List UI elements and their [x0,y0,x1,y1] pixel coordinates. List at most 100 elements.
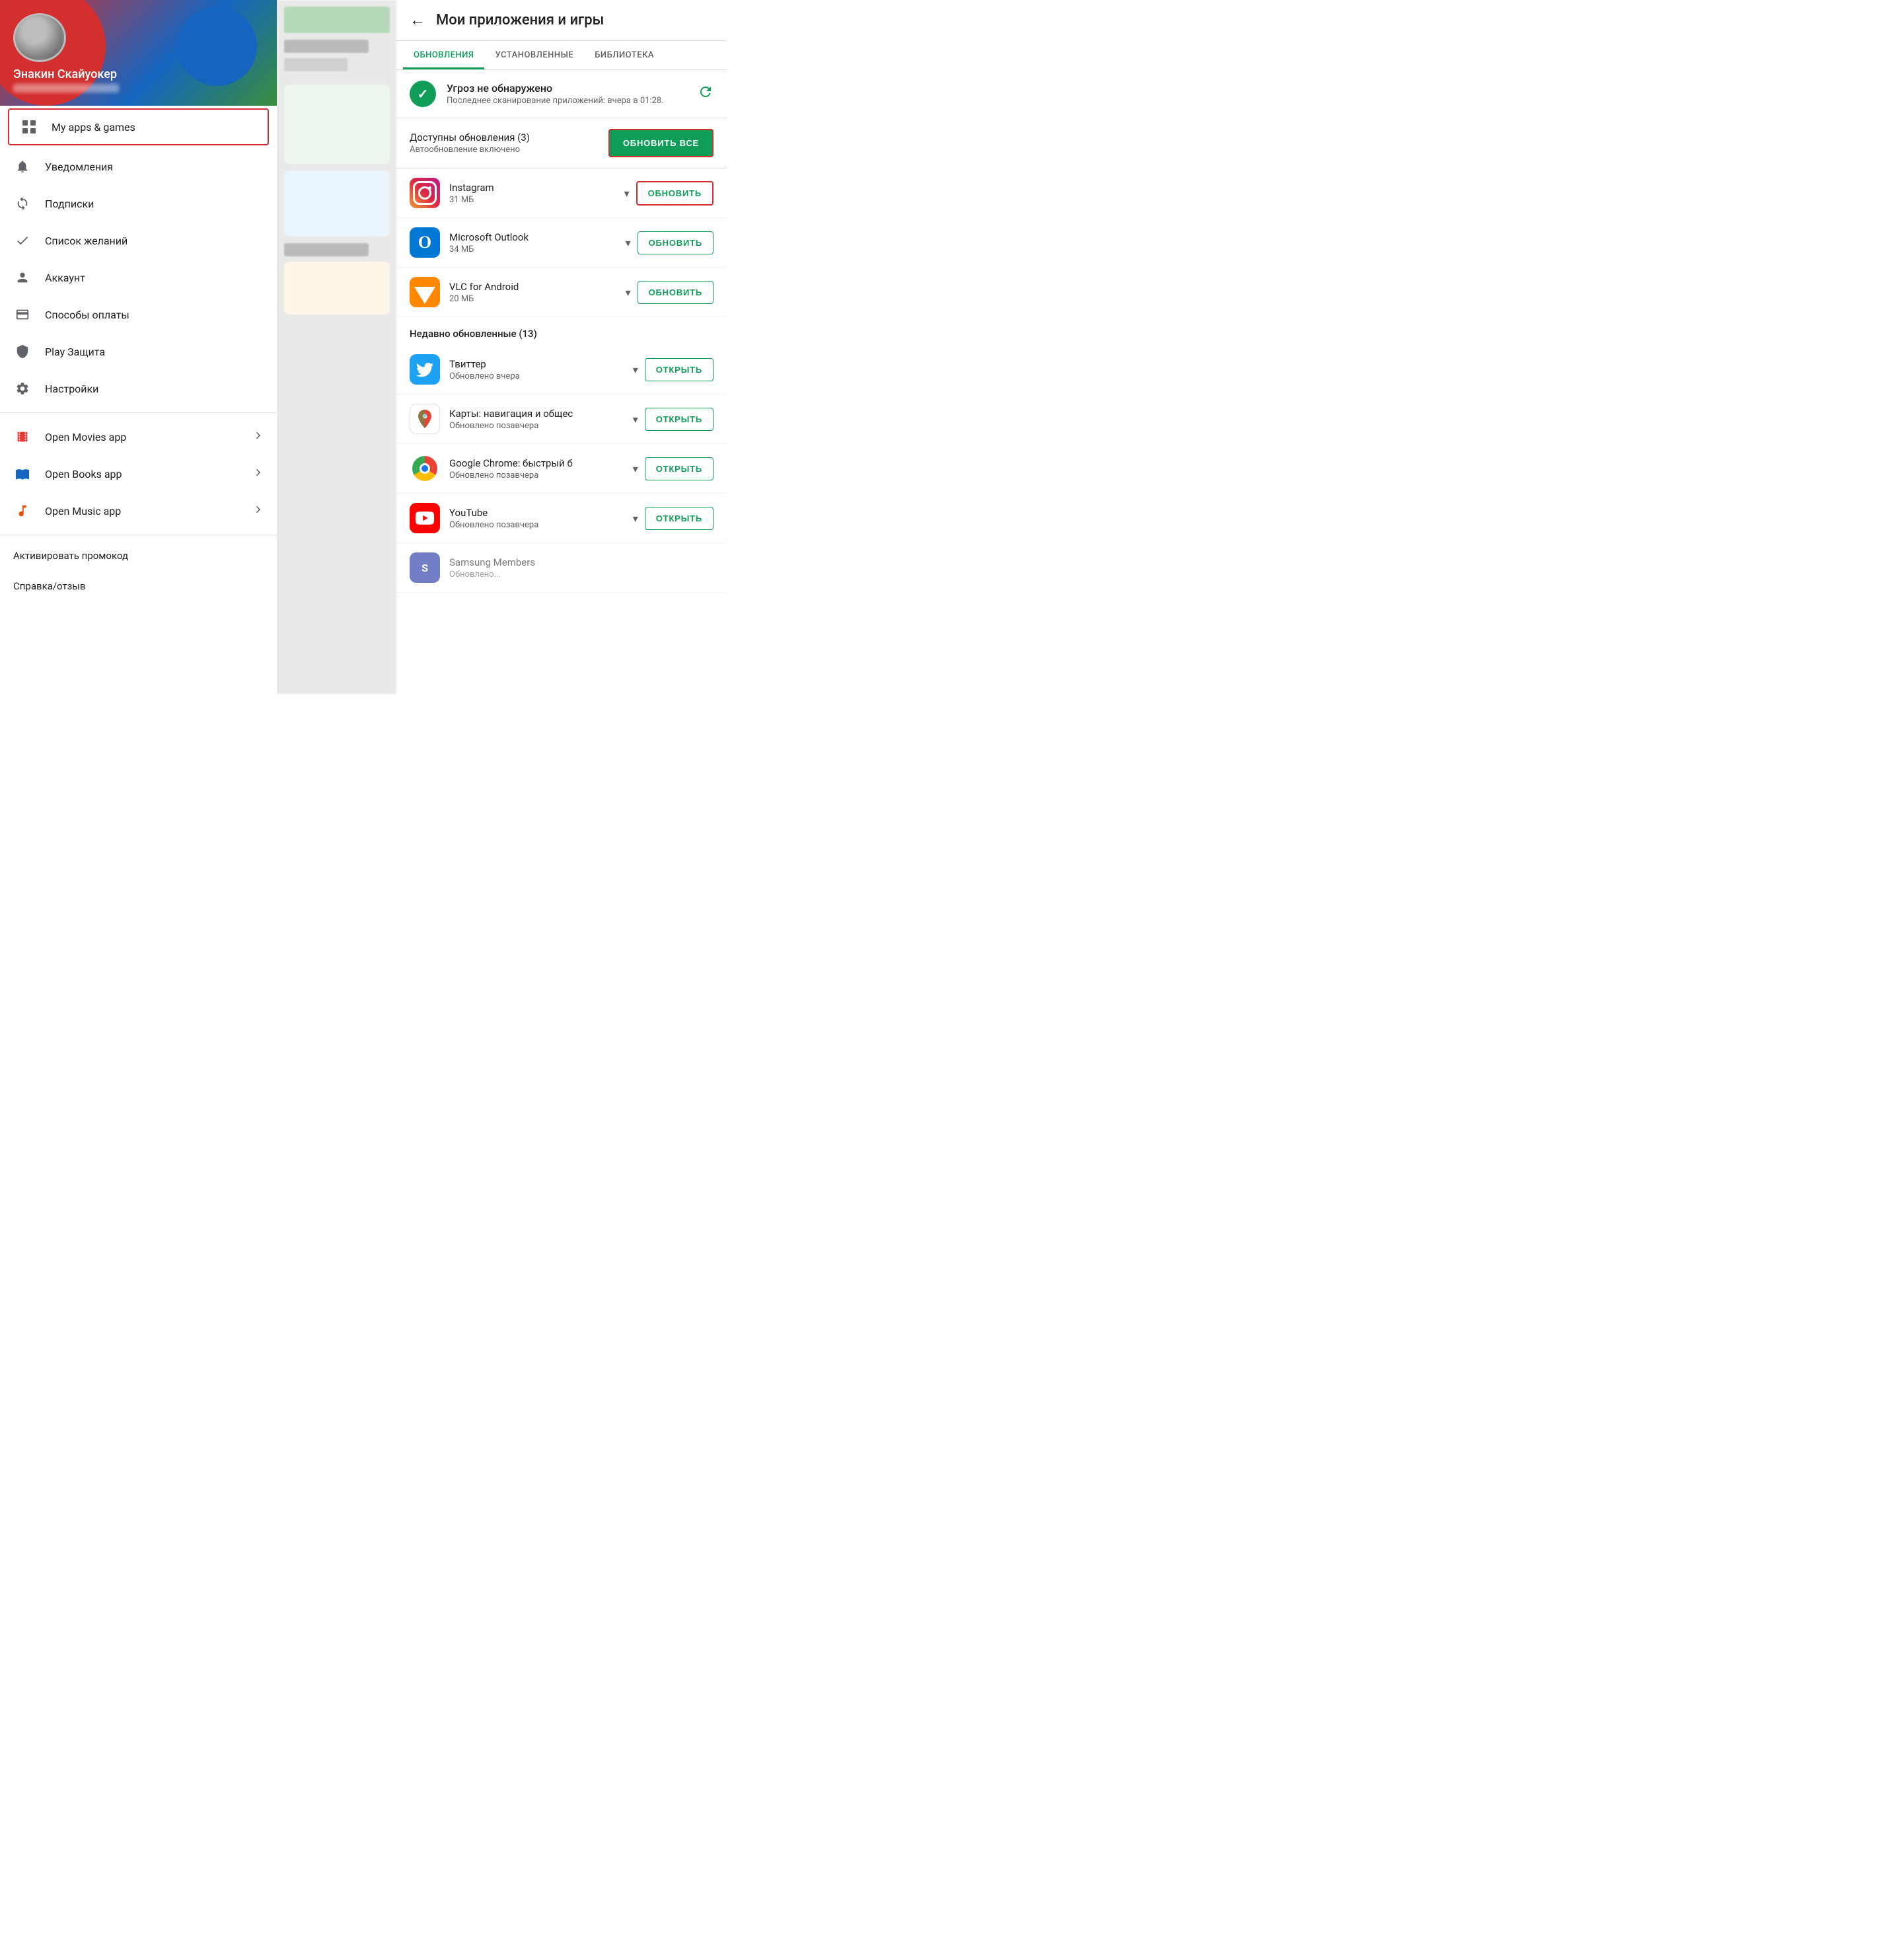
right-header: ← Мои приложения и игры [396,0,727,41]
update-count-title: Доступны обновления (3) [410,132,530,143]
sidebar-item-payment[interactable]: Способы оплаты [0,296,277,333]
profile-email [13,84,119,93]
tab-updates[interactable]: ОБНОВЛЕНИЯ [403,41,484,69]
refresh-button[interactable] [698,84,714,104]
chevron-down-icon[interactable]: ▾ [633,512,638,525]
app-meta: Обновлено позавчера [449,421,626,431]
app-name: YouTube [449,507,626,519]
refresh-icon [13,194,32,213]
sidebar-item-wishlist[interactable]: Список желаний [0,222,277,259]
youtube-icon [410,503,440,533]
security-title: Угроз не обнаружено [447,82,698,94]
gear-icon [13,379,32,398]
tabs-row: ОБНОВЛЕНИЯ УСТАНОВЛЕННЫЕ БИБЛИОТЕКА [396,41,727,70]
update-all-row: Доступны обновления (3) Автообновление в… [396,118,727,169]
sidebar-item-label-movies: Open Movies app [45,431,252,443]
update-vlc-button[interactable]: ОБНОВИТЬ [638,281,714,304]
app-item-chrome: Google Chrome: быстрый б Обновлено позав… [396,444,727,494]
app-name: Карты: навигация и общес [449,408,626,420]
chevron-down-icon[interactable]: ▾ [633,363,638,376]
books-icon [13,465,32,483]
update-all-button[interactable]: ОБНОВИТЬ ВСЕ [608,129,714,157]
chevron-down-icon[interactable]: ▾ [633,413,638,426]
sidebar-item-notifications[interactable]: Уведомления [0,148,277,185]
profile-header: Энакин Скайуокер [0,0,277,106]
sidebar-item-my-apps[interactable]: My apps & games [8,108,269,145]
chevron-down-icon[interactable]: ▾ [633,463,638,475]
recent-section-header: Недавно обновленные (13) [396,317,727,345]
sidebar-item-label: Способы оплаты [45,309,264,321]
auto-update-subtitle: Автообновление включено [410,145,530,155]
app-info-outlook: Microsoft Outlook 34 МБ [449,231,619,254]
vlc-icon [410,277,440,307]
nav-promo[interactable]: Активировать промокод [0,541,277,571]
sidebar-item-playprotect[interactable]: Play Защита [0,333,277,370]
app-info-twitter: Твиттер Обновлено вчера [449,358,626,381]
app-meta: Обновлено... [449,570,714,580]
sidebar-item-settings[interactable]: Настройки [0,370,277,407]
sidebar-item-music[interactable]: Open Music app [0,492,277,529]
app-info-maps: Карты: навигация и общес Обновлено позав… [449,408,626,431]
app-meta: 31 МБ [449,195,618,205]
app-info-vlc: VLC for Android 20 МБ [449,281,619,304]
divider [0,412,277,413]
app-item-outlook: O Microsoft Outlook 34 МБ ▾ ОБНОВИТЬ [396,218,727,268]
chrome-icon [410,453,440,484]
person-icon [13,268,32,287]
app-meta: 20 МБ [449,294,619,304]
open-youtube-button[interactable]: ОТКРЫТЬ [645,507,714,530]
left-panel: Энакин Скайуокер My apps & games [0,0,277,694]
sidebar-item-label-my-apps: My apps & games [52,121,257,133]
bell-icon [13,157,32,176]
back-button[interactable]: ← [410,11,425,30]
tab-library[interactable]: БИБЛИОТЕКА [584,41,665,69]
app-item-instagram: Instagram 31 МБ ▾ ОБНОВИТЬ [396,169,727,218]
nav-help[interactable]: Справка/отзыв [0,571,277,601]
tab-installed[interactable]: УСТАНОВЛЕННЫЕ [484,41,584,69]
sidebar-item-account[interactable]: Аккаунт [0,259,277,296]
sidebar-item-label: Аккаунт [45,272,264,284]
middle-panel-bg [277,0,396,694]
sidebar-item-label: Подписки [45,198,264,210]
security-icon [410,81,436,107]
check-icon [13,231,32,250]
card-icon [13,305,32,324]
chevron-down-icon[interactable]: ▾ [626,286,631,299]
grid-icon [20,118,38,136]
right-panel: ← Мои приложения и игры ОБНОВЛЕНИЯ УСТАН… [396,0,727,694]
open-chrome-button[interactable]: ОТКРЫТЬ [645,457,714,480]
app-name: Google Chrome: быстрый б [449,457,626,469]
app-meta: Обновлено позавчера [449,520,626,530]
instagram-icon [410,178,440,208]
sidebar-item-label: Список желаний [45,235,264,247]
security-subtitle: Последнее сканирование приложений: вчера… [447,96,698,106]
chevron-down-icon[interactable]: ▾ [624,187,630,200]
chevron-down-icon[interactable]: ▾ [626,237,631,249]
nav-list: My apps & games Уведомления Подписки [0,106,277,694]
app-name: Microsoft Outlook [449,231,619,243]
sidebar-item-label-music: Open Music app [45,505,252,517]
update-outlook-button[interactable]: ОБНОВИТЬ [638,231,714,254]
sidebar-item-label: Настройки [45,383,264,395]
avatar [13,13,66,62]
app-info-samsung: Samsung Members Обновлено... [449,556,714,580]
app-name: Instagram [449,182,618,194]
app-item-youtube: YouTube Обновлено позавчера ▾ ОТКРЫТЬ [396,494,727,543]
shield-icon [13,342,32,361]
open-maps-button[interactable]: ОТКРЫТЬ [645,408,714,431]
page-title: Мои приложения и игры [436,12,604,28]
open-twitter-button[interactable]: ОТКРЫТЬ [645,358,714,381]
twitter-icon [410,354,440,385]
update-instagram-button[interactable]: ОБНОВИТЬ [636,181,714,206]
app-item-samsung: S Samsung Members Обновлено... [396,543,727,593]
arrow-right-icon [252,467,264,482]
arrow-right-icon [252,430,264,445]
sidebar-item-subscriptions[interactable]: Подписки [0,185,277,222]
app-item-vlc: VLC for Android 20 МБ ▾ ОБНОВИТЬ [396,268,727,317]
profile-name: Энакин Скайуокер [13,67,264,81]
app-name: VLC for Android [449,281,619,293]
app-info-youtube: YouTube Обновлено позавчера [449,507,626,530]
sidebar-item-books[interactable]: Open Books app [0,455,277,492]
update-all-text: Доступны обновления (3) Автообновление в… [410,132,530,155]
sidebar-item-movies[interactable]: Open Movies app [0,418,277,455]
